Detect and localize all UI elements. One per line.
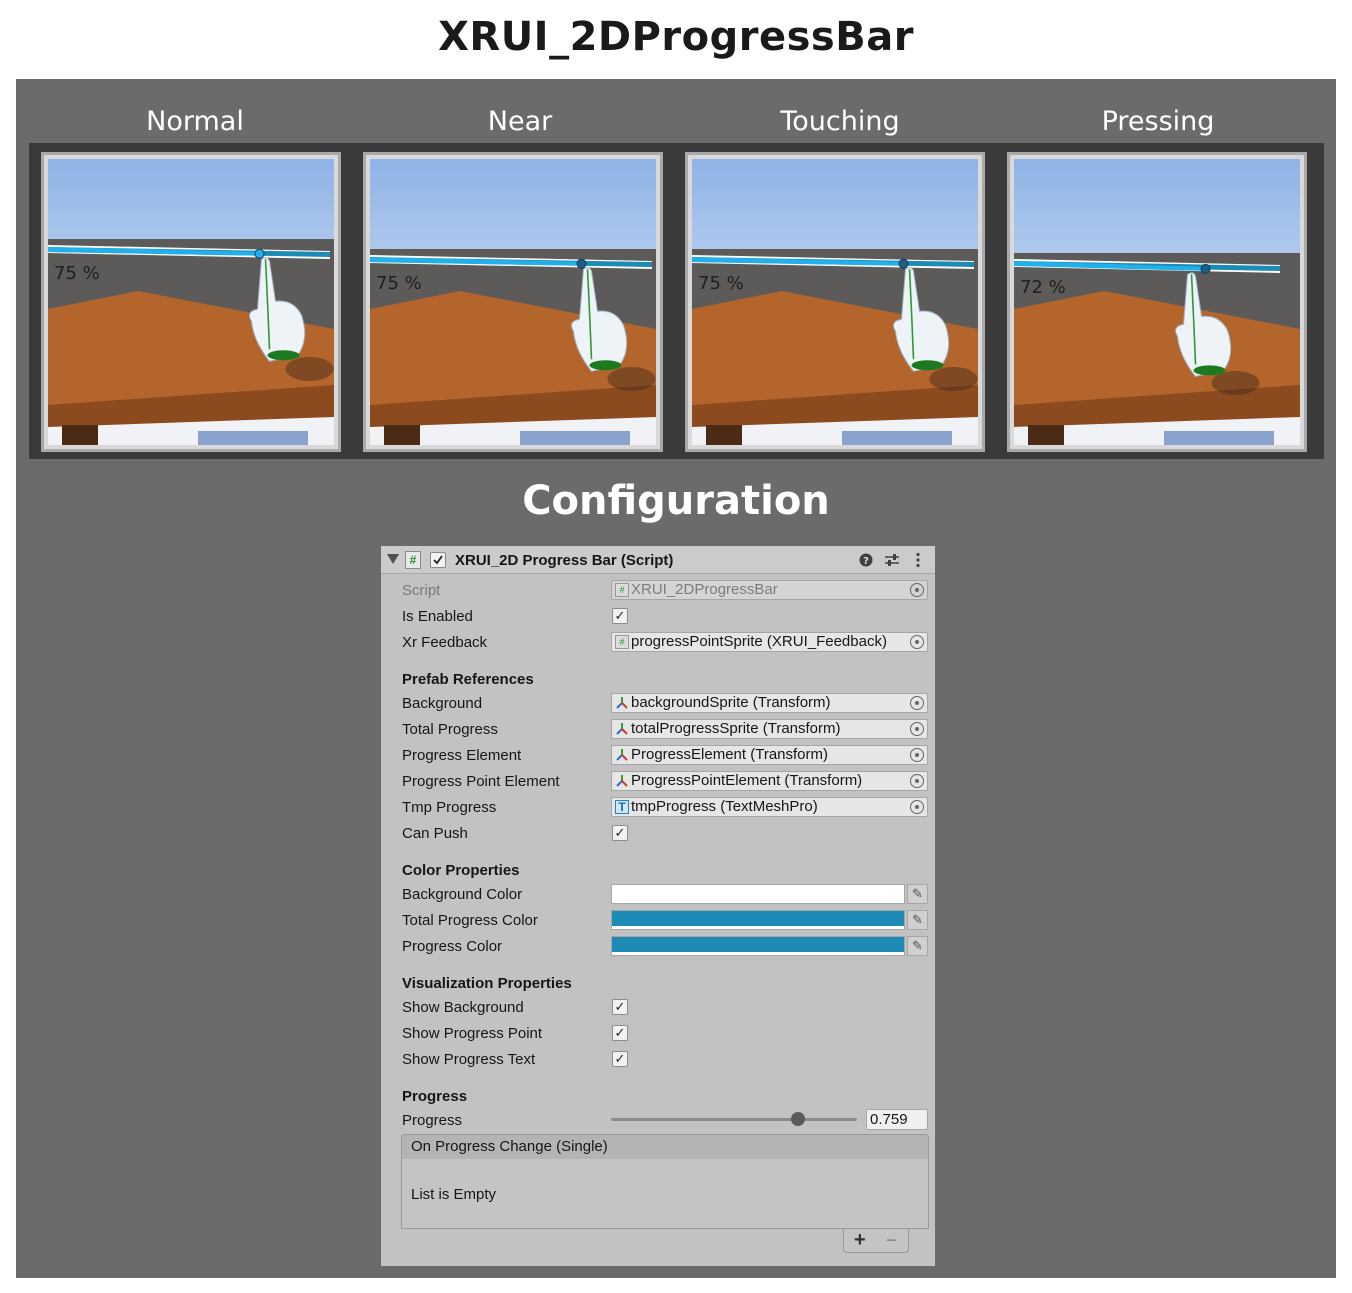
configuration-title: Configuration xyxy=(522,478,830,524)
progress-point-element-label: Progress Point Element xyxy=(402,773,560,790)
object-picker-icon[interactable] xyxy=(910,635,924,649)
state-label-normal: Normal xyxy=(146,106,244,137)
component-header[interactable]: # XRUI_2D Progress Bar (Script) ? xyxy=(381,546,935,574)
alpha-bar xyxy=(612,952,904,955)
show-progress-point-checkbox[interactable]: ✓ xyxy=(612,1025,628,1041)
total-progress-color-swatch[interactable] xyxy=(611,910,905,930)
state-screenshot-touching: 75 % xyxy=(685,152,985,452)
show-background-label: Show Background xyxy=(402,999,524,1016)
state-screenshot-pressing: 72 % xyxy=(1007,152,1307,452)
object-picker-icon xyxy=(910,583,924,597)
script-icon: # xyxy=(405,551,421,569)
component-enabled-checkbox[interactable] xyxy=(430,552,446,568)
progress-header: Progress xyxy=(402,1088,468,1105)
progress-element-field[interactable]: ProgressElement (Transform) xyxy=(611,745,928,765)
presets-icon[interactable] xyxy=(883,551,901,571)
progress-slider-thumb[interactable] xyxy=(790,1112,805,1126)
total-progress-color-label: Total Progress Color xyxy=(402,912,538,929)
transform-icon xyxy=(615,774,629,788)
show-progress-text-checkbox[interactable]: ✓ xyxy=(612,1051,628,1067)
progress-percent-text: 75 % xyxy=(698,273,744,294)
progress-point-element-field[interactable]: ProgressPointElement (Transform) xyxy=(611,771,928,791)
alpha-bar xyxy=(612,900,904,903)
script-file-icon: # xyxy=(615,635,629,649)
script-label: Script xyxy=(402,582,441,599)
xr-feedback-label: Xr Feedback xyxy=(402,634,488,651)
textmeshpro-icon: T xyxy=(615,800,629,814)
progress-percent-text: 75 % xyxy=(54,263,100,284)
state-label-pressing: Pressing xyxy=(1101,106,1215,137)
background-value: backgroundSprite (Transform) xyxy=(631,694,831,711)
event-list-body: List is Empty xyxy=(401,1159,929,1229)
event-header: On Progress Change (Single) xyxy=(401,1134,929,1160)
prefab-references-header: Prefab References xyxy=(402,671,534,688)
eyedropper-icon[interactable]: ✎ xyxy=(907,936,928,956)
progress-slider-track[interactable] xyxy=(611,1118,857,1121)
color-properties-header: Color Properties xyxy=(402,862,520,879)
remove-listener-button[interactable]: − xyxy=(886,1229,897,1251)
help-icon[interactable]: ? xyxy=(857,551,875,571)
script-field-value: XRUI_2DProgressBar xyxy=(631,581,778,598)
is-enabled-label: Is Enabled xyxy=(402,608,473,625)
total-progress-value: totalProgressSprite (Transform) xyxy=(631,720,841,737)
state-label-near: Near xyxy=(487,106,553,137)
show-background-checkbox[interactable]: ✓ xyxy=(612,999,628,1015)
can-push-label: Can Push xyxy=(402,825,468,842)
object-picker-icon[interactable] xyxy=(910,748,924,762)
event-list-footer: + − xyxy=(843,1229,909,1253)
background-field[interactable]: backgroundSprite (Transform) xyxy=(611,693,928,713)
tmp-progress-label: Tmp Progress xyxy=(402,799,497,816)
state-screenshot-near: 75 % xyxy=(363,152,663,452)
visualization-properties-header: Visualization Properties xyxy=(402,975,572,992)
total-progress-label: Total Progress xyxy=(402,721,498,738)
progress-label: Progress xyxy=(402,1112,463,1129)
progress-percent-text: 72 % xyxy=(1020,277,1066,298)
component-title: XRUI_2D Progress Bar (Script) xyxy=(455,552,674,569)
svg-text:?: ? xyxy=(863,556,869,567)
alpha-bar xyxy=(612,926,904,929)
inspector-panel: # XRUI_2D Progress Bar (Script) ? Script… xyxy=(381,546,935,1266)
is-enabled-checkbox[interactable]: ✓ xyxy=(612,608,628,624)
tmp-progress-value: tmpProgress (TextMeshPro) xyxy=(631,798,818,815)
state-screenshot-normal: 75 % xyxy=(41,152,341,452)
xr-feedback-value: progressPointSprite (XRUI_Feedback) xyxy=(631,633,887,650)
progress-color-swatch[interactable] xyxy=(611,936,905,956)
progress-point-element-value: ProgressPointElement (Transform) xyxy=(631,772,863,789)
eyedropper-icon[interactable]: ✎ xyxy=(907,910,928,930)
background-color-label: Background Color xyxy=(402,886,523,903)
object-picker-icon[interactable] xyxy=(910,696,924,710)
object-picker-icon[interactable] xyxy=(910,800,924,814)
event-empty-text: List is Empty xyxy=(411,1186,497,1203)
transform-icon xyxy=(615,748,629,762)
state-label-touching: Touching xyxy=(780,106,900,137)
progress-color-label: Progress Color xyxy=(402,938,503,955)
progress-percent-text: 75 % xyxy=(376,273,422,294)
object-picker-icon[interactable] xyxy=(910,722,924,736)
page-title: XRUI_2DProgressBar xyxy=(438,14,914,60)
script-field: # XRUI_2DProgressBar xyxy=(611,580,928,600)
script-file-icon: # xyxy=(615,583,629,597)
show-progress-text-label: Show Progress Text xyxy=(402,1051,536,1068)
progress-element-value: ProgressElement (Transform) xyxy=(631,746,828,763)
background-label: Background xyxy=(402,695,483,712)
progress-element-label: Progress Element xyxy=(402,747,522,764)
tmp-progress-field[interactable]: T tmpProgress (TextMeshPro) xyxy=(611,797,928,817)
foldout-arrow-icon[interactable] xyxy=(387,554,399,564)
more-options-icon[interactable] xyxy=(909,551,927,572)
xr-feedback-field[interactable]: # progressPointSprite (XRUI_Feedback) xyxy=(611,632,928,652)
progress-value-field[interactable]: 0.759 xyxy=(866,1109,928,1130)
transform-icon xyxy=(615,722,629,736)
transform-icon xyxy=(615,696,629,710)
eyedropper-icon[interactable]: ✎ xyxy=(907,884,928,904)
add-listener-button[interactable]: + xyxy=(854,1229,866,1251)
can-push-checkbox[interactable]: ✓ xyxy=(612,825,628,841)
object-picker-icon[interactable] xyxy=(910,774,924,788)
background-color-swatch[interactable] xyxy=(611,884,905,904)
show-progress-point-label: Show Progress Point xyxy=(402,1025,543,1042)
total-progress-field[interactable]: totalProgressSprite (Transform) xyxy=(611,719,928,739)
